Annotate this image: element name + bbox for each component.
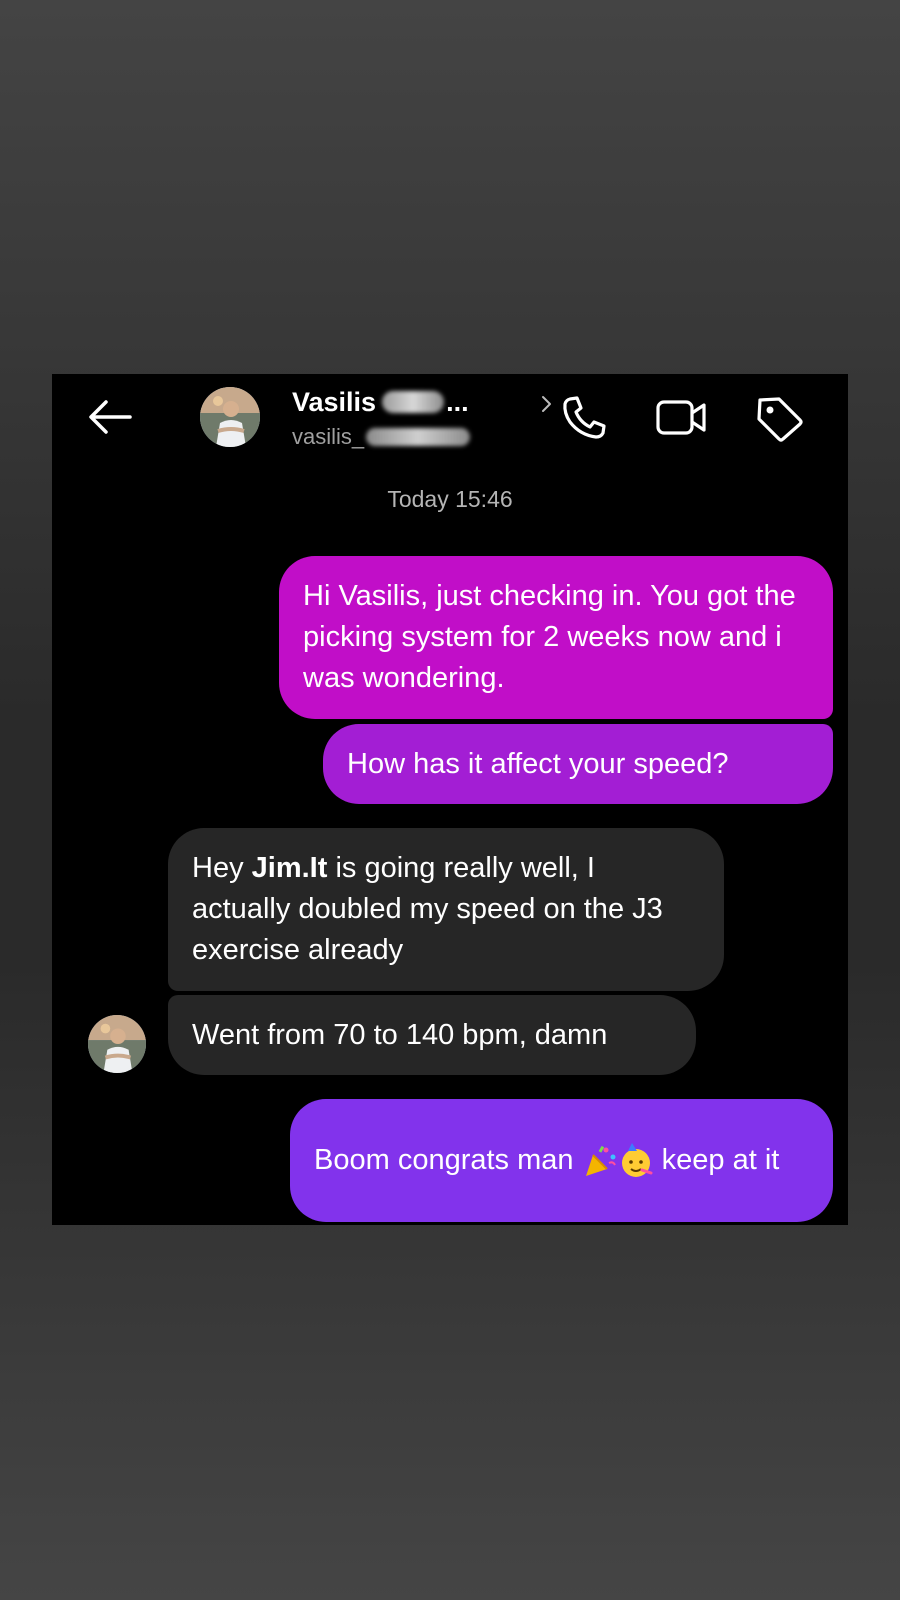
- message-text-suffix: keep at it: [653, 1144, 780, 1176]
- party-popper-icon: [585, 1146, 616, 1177]
- redacted-username: [366, 428, 471, 446]
- contact-username: vasilis_: [292, 424, 365, 449]
- back-arrow-icon: [89, 400, 132, 434]
- avatar-photo: [88, 1015, 146, 1073]
- sent-message-bubble[interactable]: How has it affect your speed?: [323, 724, 833, 804]
- video-camera-icon: [656, 400, 706, 435]
- received-message-bubble[interactable]: Went from 70 to 140 bpm, damn: [168, 995, 696, 1075]
- chat-header: Vasilis ... vasilis_: [52, 374, 848, 460]
- contact-name: Vasilis: [292, 386, 377, 417]
- redacted-name: [382, 391, 445, 413]
- username-row: vasilis_: [292, 422, 471, 452]
- phone-icon: [563, 396, 606, 439]
- message-text: Hi Vasilis, just checking in. You got th…: [303, 580, 796, 694]
- contact-name-row: Vasilis ...: [292, 384, 469, 420]
- message-text-prefix: Hey: [192, 852, 252, 884]
- message-text: Went from 70 to 140 bpm, damn: [192, 1018, 608, 1051]
- mention-name: Jim.It: [251, 852, 328, 884]
- message-text-prefix: Boom congrats man: [314, 1144, 582, 1176]
- chevron-right-icon: [542, 396, 551, 412]
- contact-info[interactable]: Vasilis ... vasilis_: [292, 380, 552, 456]
- sent-message-bubble[interactable]: Hi Vasilis, just checking in. You got th…: [279, 556, 833, 719]
- message-text: Hey Jim.It is going really well, I actua…: [192, 848, 700, 971]
- message-text: Boom congrats man keep at it: [314, 1140, 779, 1181]
- tag-icon: [757, 397, 803, 442]
- sent-message-bubble[interactable]: Boom congrats man keep at it: [290, 1099, 833, 1222]
- contact-avatar[interactable]: [200, 387, 260, 447]
- sender-avatar[interactable]: [88, 1015, 146, 1073]
- partying-face-icon: [621, 1143, 653, 1178]
- name-ellipsis: ...: [446, 386, 469, 417]
- received-message-bubble[interactable]: Hey Jim.It is going really well, I actua…: [168, 828, 724, 991]
- back-button[interactable]: [84, 396, 136, 438]
- avatar-photo: [200, 387, 260, 447]
- chat-screen: Vasilis ... vasilis_ Today 15:46 Hi Vasi…: [52, 374, 848, 1225]
- message-text: How has it affect your speed?: [347, 747, 729, 780]
- voice-call-button[interactable]: [556, 392, 612, 442]
- chat-timestamp: Today 15:46: [387, 486, 513, 512]
- tag-button[interactable]: [752, 392, 808, 442]
- video-call-button[interactable]: [654, 392, 710, 442]
